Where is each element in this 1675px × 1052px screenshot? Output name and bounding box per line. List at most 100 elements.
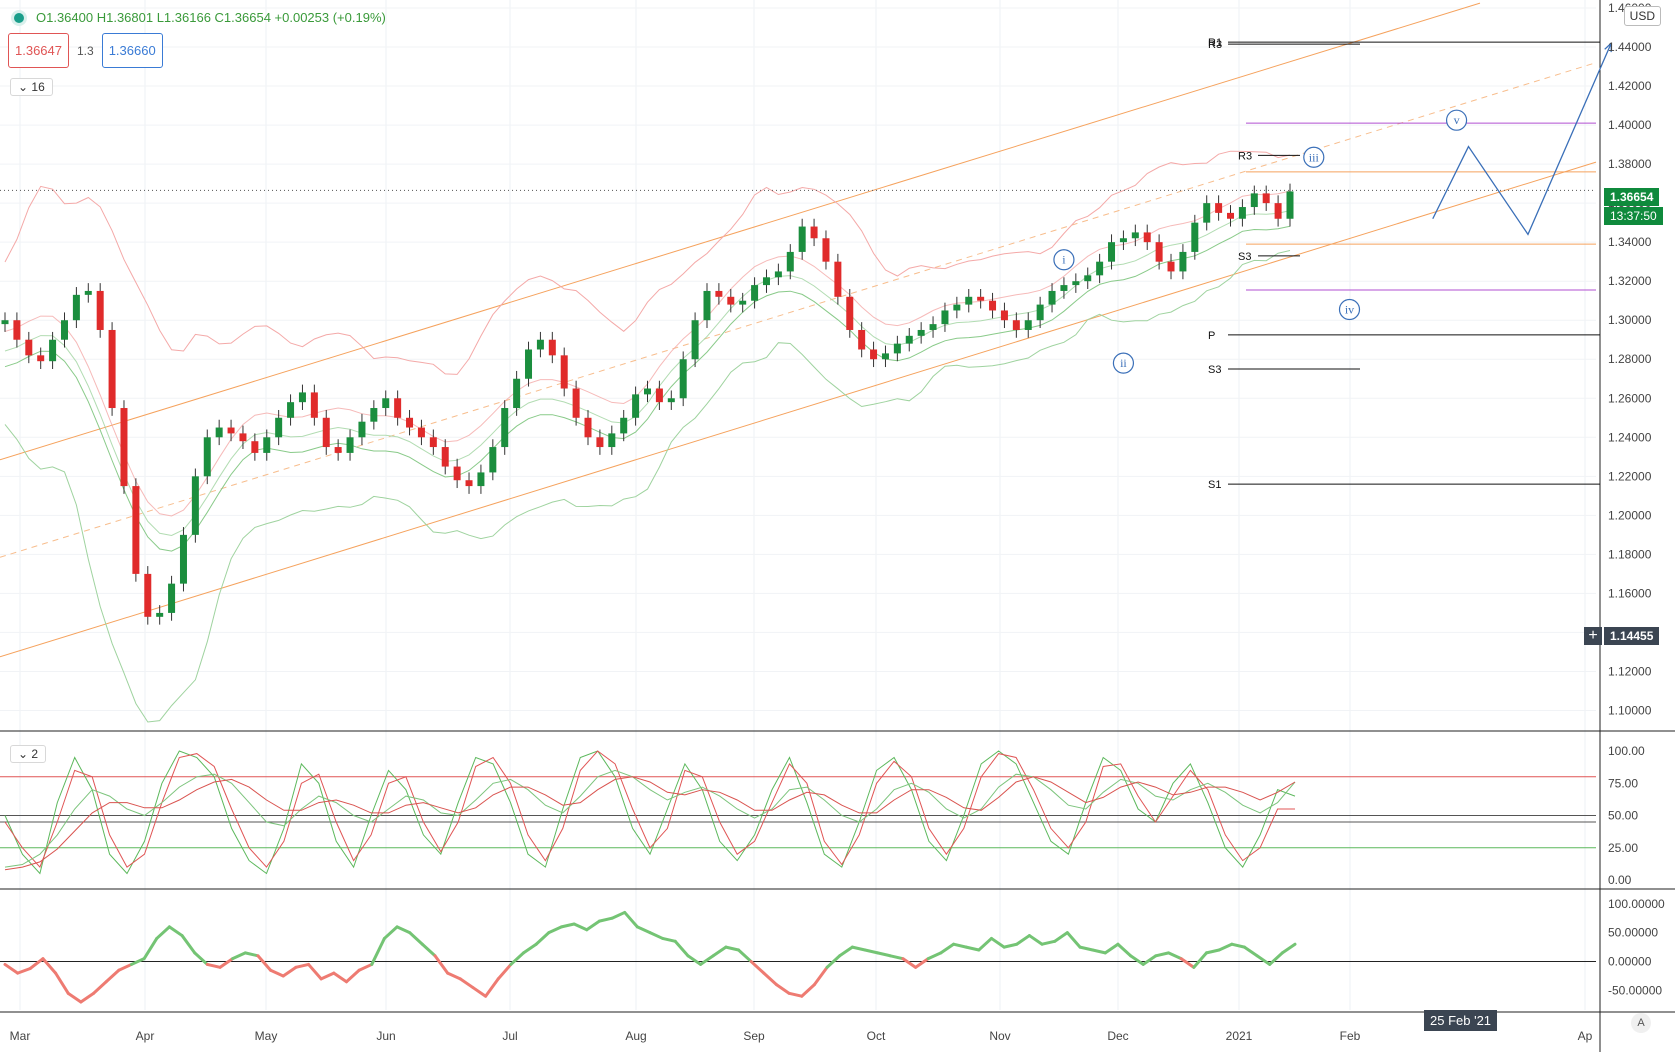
oscillator-segment	[572, 922, 589, 932]
oscillator-segment	[838, 945, 854, 958]
x-tick-label: May	[255, 1029, 278, 1043]
oscillator-segment	[534, 931, 551, 946]
wave-projection	[1432, 42, 1612, 236]
candle-body	[751, 285, 759, 301]
oscillator-segment	[1065, 931, 1082, 949]
y-tick-label: 1.28000	[1608, 352, 1652, 366]
oscillator-segment	[901, 957, 918, 969]
candle-body	[691, 320, 699, 360]
ohlc-legend: O1.36400 H1.36801 L1.36166 C1.36654 +0.0…	[14, 10, 386, 25]
y-tick-label: 1.44000	[1608, 40, 1652, 54]
candle-body	[406, 417, 414, 428]
oscillator-segment	[686, 954, 703, 966]
wave-label: iv	[1345, 302, 1354, 316]
candle-body	[1072, 281, 1080, 286]
candle-body	[644, 388, 651, 395]
candle-body	[358, 421, 366, 438]
oscillator-segment	[1154, 951, 1171, 958]
chevron-down-icon: ⌄	[18, 80, 29, 94]
time-axis: Mar Apr May Jun Jul Aug Sep Oct Nov Dec 2021 Feb Ap	[10, 1029, 1593, 1043]
auto-scale-button[interactable]: A	[1631, 1013, 1651, 1033]
wave-label: iii	[1309, 150, 1320, 164]
countdown-tag: 13:37:50	[1604, 207, 1663, 225]
y-tick-label: 1.24000	[1608, 430, 1652, 444]
y-tick-label: 1.20000	[1608, 508, 1652, 522]
candle-body	[239, 433, 247, 442]
indicators-toggle-stoch[interactable]: ⌄ 2	[10, 745, 47, 763]
y-tick-label: 1.30000	[1608, 313, 1652, 327]
oscillator-segment	[408, 931, 424, 946]
oscillator-segment	[547, 925, 563, 935]
oscillator-segment	[762, 971, 778, 987]
x-tick-label: Mar	[10, 1029, 31, 1043]
y-tick-label: 1.10000	[1608, 703, 1652, 717]
pivot-label: S1	[1208, 479, 1221, 491]
oscillator-segment	[1078, 945, 1095, 952]
oscillator-segment	[155, 925, 171, 940]
indicators-toggle-main[interactable]: ⌄ 16	[10, 78, 53, 96]
y-tick-label: 1.12000	[1608, 664, 1652, 678]
candle-body	[929, 324, 937, 330]
oscillator-segment	[1242, 945, 1259, 958]
y-tick-label: 50.00000	[1608, 926, 1658, 940]
x-tick-label: Jun	[376, 1029, 395, 1043]
oscillator-segment	[711, 945, 728, 958]
candle-body	[1143, 232, 1151, 243]
candle-body	[60, 320, 68, 340]
crosshair-add-icon[interactable]: +	[1584, 627, 1602, 645]
candle-body	[655, 388, 663, 403]
x-tick-label: Sep	[743, 1029, 765, 1043]
oscillator-segment	[54, 971, 70, 995]
candle-body	[703, 290, 711, 321]
oscillator-segment	[117, 962, 133, 972]
oscillator-segment	[496, 962, 513, 981]
currency-label[interactable]: USD	[1623, 6, 1661, 26]
chart-canvas[interactable]: R1R3R3S3PS3S1 iiiiiiivv 1.460001.440001.…	[0, 0, 1675, 1052]
candle-body	[1203, 203, 1211, 223]
oscillator-segment	[1116, 942, 1133, 958]
candle-body	[560, 355, 568, 389]
oscillator-segment	[585, 919, 601, 932]
stochastic-pane	[0, 750, 1596, 875]
oscillator-segment	[699, 954, 715, 966]
y-tick-label: 100.00000	[1608, 897, 1665, 911]
candle-body	[275, 417, 283, 438]
candle-body	[322, 417, 330, 448]
candle-body	[1238, 207, 1246, 219]
candle-body	[298, 392, 306, 403]
oscillator-segment	[1141, 954, 1158, 966]
oscillator-segment	[1129, 954, 1145, 966]
oscillator-segment	[294, 962, 311, 969]
oscillator-segment	[724, 945, 741, 952]
y-tick-label: 1.16000	[1608, 586, 1652, 600]
y-tick-label: 0.00	[1608, 873, 1632, 887]
indicator-count: 2	[31, 747, 39, 761]
candle-body	[417, 427, 425, 438]
oscillator-segment	[433, 954, 450, 975]
candle-body	[572, 388, 580, 418]
oscillator-pane	[0, 910, 1596, 1004]
y-tick-label: 1.32000	[1608, 274, 1652, 288]
x-tick-label: Nov	[989, 1029, 1010, 1043]
candle-body	[394, 398, 402, 418]
buy-button[interactable]: 1.36660	[101, 33, 163, 68]
oscillator-segment	[193, 951, 209, 966]
oscillator-segment	[635, 925, 652, 935]
ohlc-values: O1.36400 H1.36801 L1.36166 C1.36654 +0.0…	[36, 10, 386, 25]
candle-body	[1012, 320, 1020, 330]
candle-body	[513, 378, 521, 409]
stoch-series	[4, 750, 1296, 875]
candle-body	[382, 398, 390, 409]
oscillator-segment	[446, 971, 462, 981]
oscillator-segment	[787, 991, 804, 998]
oscillator-segment	[1255, 954, 1272, 966]
candle-body	[727, 296, 735, 305]
sell-button[interactable]: 1.36647	[8, 33, 69, 68]
candle-body	[941, 310, 949, 325]
oscillator-segment	[812, 965, 829, 987]
wave-label: ii	[1120, 356, 1127, 370]
bid-ask-widget[interactable]: 1.36647 1.3 1.36660	[8, 33, 163, 68]
y-tick-label: 1.22000	[1608, 469, 1652, 483]
oscillator-segment	[1230, 942, 1246, 949]
candle-body	[917, 329, 925, 336]
